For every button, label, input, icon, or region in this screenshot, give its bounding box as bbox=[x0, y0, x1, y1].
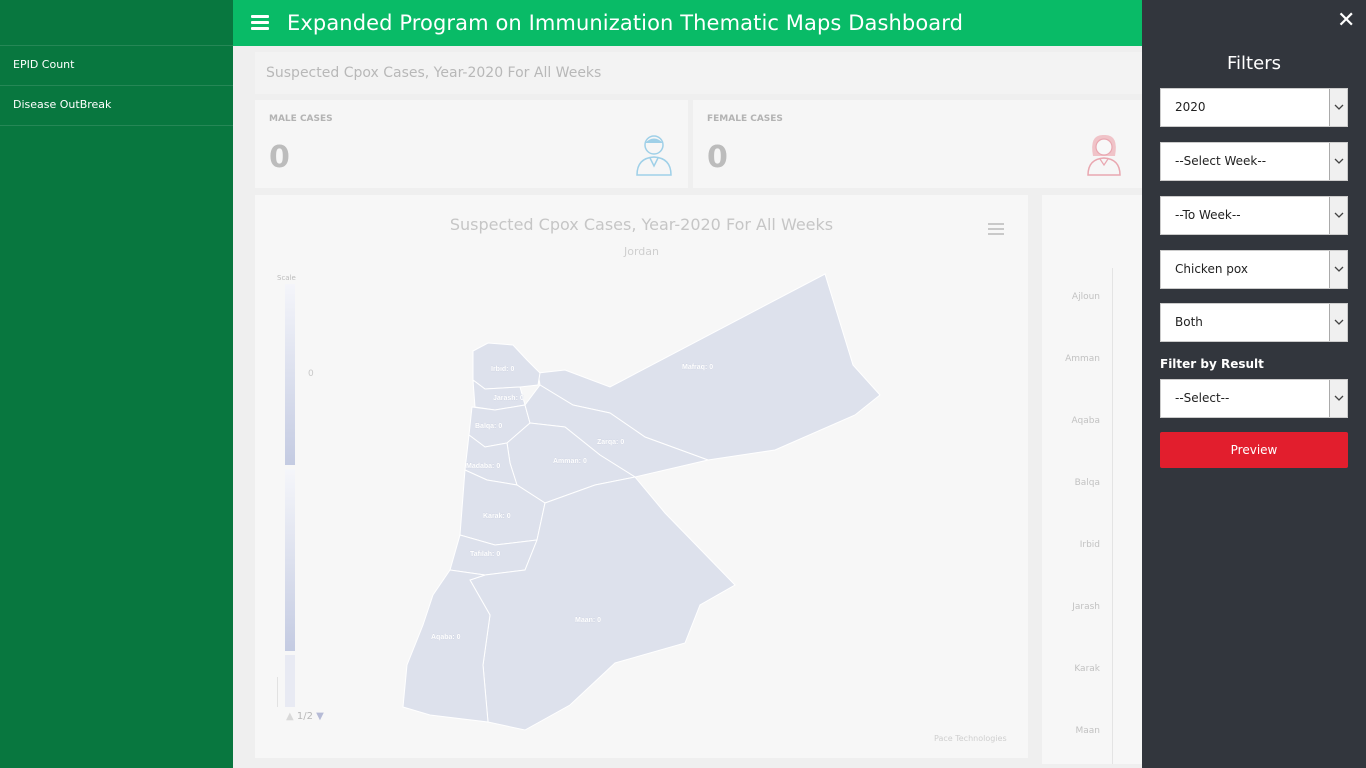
bar-label-balqa: Balqa bbox=[1074, 478, 1100, 488]
region-label-jarash: Jarash: 0 bbox=[493, 395, 524, 402]
disease-select[interactable]: Chicken pox bbox=[1160, 250, 1348, 289]
gender-select[interactable]: Both bbox=[1160, 303, 1348, 342]
sidebar-header bbox=[0, 0, 233, 46]
region-label-maan: Maan: 0 bbox=[575, 617, 601, 624]
region-label-zarqa: Zarqa: 0 bbox=[597, 439, 624, 446]
filters-title: Filters bbox=[1227, 53, 1281, 74]
male-cases-value: 0 bbox=[269, 140, 290, 175]
gender-select-value: Both bbox=[1175, 315, 1203, 329]
preview-button[interactable]: Preview bbox=[1160, 432, 1348, 468]
bar-label-jarash: Jarash bbox=[1072, 602, 1100, 612]
region-label-mafraq: Mafraq: 0 bbox=[682, 364, 713, 371]
filter-by-result-label: Filter by Result bbox=[1160, 357, 1264, 371]
main-content: Suspected Cpox Cases, Year-2020 For All … bbox=[233, 46, 1142, 768]
bar-chart-axis bbox=[1112, 268, 1113, 764]
region-label-balqa: Balqa: 0 bbox=[475, 423, 502, 430]
chevron-down-icon bbox=[1329, 380, 1347, 417]
chevron-down-icon bbox=[1329, 89, 1347, 126]
region-label-aqaba: Aqaba: 0 bbox=[431, 634, 461, 641]
menu-toggle-icon[interactable] bbox=[251, 15, 269, 31]
from-week-select[interactable]: --Select Week-- bbox=[1160, 142, 1348, 181]
bar-label-aqaba: Aqaba bbox=[1071, 416, 1100, 426]
top-bar: Expanded Program on Immunization Themati… bbox=[233, 0, 1142, 46]
bar-label-irbid: Irbid bbox=[1079, 540, 1100, 550]
female-cases-label: FEMALE CASES bbox=[707, 114, 783, 124]
year-select[interactable]: 2020 bbox=[1160, 88, 1348, 127]
jordan-map: Irbid: 0 Jarash: 0 Balqa: 0 Zarqa: 0 Mad… bbox=[402, 273, 881, 731]
bar-label-maan: Maan bbox=[1075, 726, 1101, 736]
bar-chart-panel: Ajloun Amman Aqaba Balqa Irbid Jarash Ka… bbox=[1042, 195, 1142, 764]
bar-label-ajloun: Ajloun bbox=[1071, 292, 1100, 302]
legend-pager: ▲ 1/2 ▼ bbox=[286, 711, 324, 722]
chevron-down-icon bbox=[1329, 197, 1347, 234]
app-title: Expanded Program on Immunization Themati… bbox=[287, 11, 964, 35]
pager-down-icon[interactable]: ▼ bbox=[316, 711, 324, 722]
region-label-karak: Karak: 0 bbox=[483, 513, 511, 520]
pager-text: 1/2 bbox=[296, 711, 313, 722]
chevron-down-icon bbox=[1329, 251, 1347, 288]
sidebar-item-disease-outbreak[interactable]: Disease OutBreak bbox=[0, 86, 233, 126]
region-label-tafilah: Tafilah: 0 bbox=[470, 551, 500, 558]
to-week-select-value: --To Week-- bbox=[1175, 208, 1241, 222]
year-select-value: 2020 bbox=[1175, 100, 1206, 114]
male-cases-label: MALE CASES bbox=[269, 114, 333, 124]
male-cases-card: MALE CASES 0 bbox=[255, 100, 688, 188]
female-cases-card: FEMALE CASES 0 bbox=[693, 100, 1142, 188]
female-cases-value: 0 bbox=[707, 140, 728, 175]
sidebar-item-epid-count[interactable]: EPID Count bbox=[0, 46, 233, 86]
bar-label-amman: Amman bbox=[1065, 354, 1100, 364]
close-icon[interactable]: ✕ bbox=[1337, 8, 1355, 33]
male-user-icon bbox=[635, 132, 673, 176]
result-select-value: --Select-- bbox=[1175, 391, 1230, 405]
chevron-down-icon bbox=[1329, 143, 1347, 180]
female-user-icon bbox=[1085, 132, 1123, 176]
chart-credits[interactable]: Pace Technologies bbox=[934, 734, 1007, 743]
region-label-madaba: Madaba: 0 bbox=[466, 463, 500, 470]
region-aqaba[interactable] bbox=[402, 569, 491, 723]
result-select[interactable]: --Select-- bbox=[1160, 379, 1348, 418]
to-week-select[interactable]: --To Week-- bbox=[1160, 196, 1348, 235]
chevron-down-icon bbox=[1329, 304, 1347, 341]
map-chart-panel: Suspected Cpox Cases, Year-2020 For All … bbox=[255, 195, 1028, 758]
disease-select-value: Chicken pox bbox=[1175, 262, 1248, 276]
from-week-select-value: --Select Week-- bbox=[1175, 154, 1267, 168]
region-label-amman: Amman: 0 bbox=[553, 458, 587, 465]
bar-label-karak: Karak bbox=[1074, 664, 1100, 674]
region-label-irbid: Irbid: 0 bbox=[491, 366, 514, 373]
sidebar: EPID Count Disease OutBreak bbox=[0, 0, 233, 768]
page-title: Suspected Cpox Cases, Year-2020 For All … bbox=[255, 52, 1142, 94]
pager-up-icon[interactable]: ▲ bbox=[286, 711, 294, 722]
filters-panel: ✕ Filters 2020 --Select Week-- --To Week… bbox=[1142, 0, 1366, 768]
